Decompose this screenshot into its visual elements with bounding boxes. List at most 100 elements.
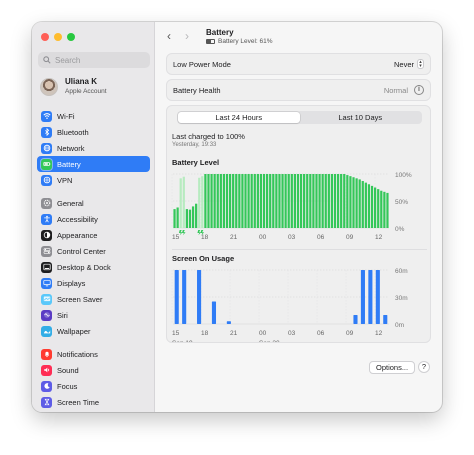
battery-level-bar bbox=[349, 176, 352, 228]
charging-bolt-icon bbox=[178, 230, 183, 236]
forward-button[interactable]: › bbox=[185, 30, 189, 42]
battery-level-bar bbox=[232, 174, 235, 228]
sidebar-item-network[interactable]: Network bbox=[37, 140, 150, 156]
sidebar-item-displays[interactable]: Displays bbox=[37, 275, 150, 291]
battery-level-bar bbox=[176, 207, 179, 228]
x-tick-label: 18 bbox=[201, 330, 209, 337]
sidebar-item-label: Control Center bbox=[57, 246, 106, 256]
sidebar-item-screen-saver[interactable]: Screen Saver bbox=[37, 291, 150, 307]
screen-usage-bar bbox=[197, 270, 202, 324]
range-tabs: Last 24 Hours Last 10 Days bbox=[177, 111, 422, 124]
low-power-card: Low Power Mode Never ▴ ▾ bbox=[166, 53, 431, 75]
screen-usage-bar bbox=[353, 315, 358, 324]
battery-level-bar bbox=[327, 174, 330, 228]
speaker-icon bbox=[41, 364, 52, 376]
search-field[interactable] bbox=[38, 52, 150, 68]
screen-saver-icon bbox=[41, 293, 52, 305]
sidebar-item-focus[interactable]: Focus bbox=[37, 378, 150, 394]
battery-level-bar bbox=[321, 174, 324, 228]
date-label: Sep 19 bbox=[172, 340, 193, 342]
battery-level-bar bbox=[275, 174, 278, 228]
main-pane: ‹ › Battery Battery Level: 61% Low Power… bbox=[156, 22, 442, 412]
search-input[interactable] bbox=[55, 55, 145, 65]
x-tick-label: 21 bbox=[230, 330, 238, 337]
battery-level-bar bbox=[290, 174, 293, 228]
help-button[interactable]: ? bbox=[418, 361, 430, 373]
battery-level-bar bbox=[315, 174, 318, 228]
sidebar-item-label: Network bbox=[57, 143, 85, 153]
sidebar-item-siri[interactable]: Siri bbox=[37, 307, 150, 323]
vpn-globe-icon bbox=[41, 174, 52, 186]
battery-level-bar bbox=[216, 174, 219, 228]
battery-level-bar bbox=[330, 174, 334, 228]
last-charged-label: Last charged to 100% bbox=[172, 132, 245, 141]
battery-level-bar bbox=[324, 174, 327, 228]
battery-health-label: Battery Health bbox=[173, 85, 221, 95]
accessibility-icon bbox=[41, 213, 52, 225]
sidebar-item-vpn[interactable]: VPN bbox=[37, 172, 150, 188]
account-name: Uliana K bbox=[65, 77, 98, 86]
battery-level-bar bbox=[219, 174, 222, 228]
sidebar-item-label: Screen Time bbox=[57, 397, 100, 407]
minimize-window-button[interactable] bbox=[54, 33, 62, 41]
battery-level-bar bbox=[191, 206, 195, 228]
screen-on-chart: 60m 30m 0m 15 18 21 00 03 06 09 12 Sep 19 Sep 20 bbox=[171, 268, 408, 342]
close-window-button[interactable] bbox=[41, 33, 49, 41]
battery-level-bar bbox=[173, 209, 176, 228]
x-tick-label: 15 bbox=[172, 330, 180, 337]
x-tick-label: 21 bbox=[230, 234, 238, 241]
zoom-window-button[interactable] bbox=[67, 33, 75, 41]
tab-last-10-days[interactable]: Last 10 Days bbox=[300, 112, 422, 123]
sidebar-item-screen-time[interactable]: Screen Time bbox=[37, 394, 150, 410]
account-row[interactable]: Uliana K Apple Account bbox=[40, 77, 107, 96]
x-tick-label: 09 bbox=[346, 330, 354, 337]
avatar bbox=[40, 77, 58, 96]
sidebar-item-wifi[interactable]: Wi-Fi bbox=[37, 108, 150, 124]
battery-level-bar bbox=[244, 174, 247, 228]
sidebar-item-notifications[interactable]: Notifications bbox=[37, 346, 150, 362]
sidebar-item-wallpaper[interactable]: Wallpaper bbox=[37, 323, 150, 339]
screen-usage-bar bbox=[211, 301, 217, 324]
last-charged-time: Yesterday, 19:33 bbox=[172, 142, 217, 148]
page-title: Battery bbox=[206, 28, 234, 37]
battery-level-bar bbox=[259, 174, 263, 228]
battery-level-bar bbox=[256, 174, 259, 228]
sidebar-item-appearance[interactable]: Appearance bbox=[37, 227, 150, 243]
sidebar-item-bluetooth[interactable]: Bluetooth bbox=[37, 124, 150, 140]
x-tick-label: 03 bbox=[288, 330, 296, 337]
control-center-icon bbox=[41, 245, 52, 257]
battery-level-bar bbox=[343, 174, 346, 228]
sidebar-item-label: Appearance bbox=[57, 230, 98, 240]
battery-level-bar bbox=[188, 209, 192, 228]
screen-usage-bar bbox=[383, 315, 388, 324]
y-tick-label: 60m bbox=[395, 268, 408, 275]
battery-level-bar bbox=[278, 174, 281, 228]
battery-level-bar bbox=[367, 184, 371, 228]
battery-health-card: Battery Health Normal i bbox=[166, 79, 431, 101]
sidebar-item-label: Displays bbox=[57, 278, 86, 288]
low-power-label: Low Power Mode bbox=[173, 59, 231, 69]
screen-on-title: Screen On Usage bbox=[172, 254, 235, 263]
sidebar-item-label: VPN bbox=[57, 175, 73, 185]
sidebar-item-desktop-dock[interactable]: Desktop & Dock bbox=[37, 259, 150, 275]
sidebar-item-control-center[interactable]: Control Center bbox=[37, 243, 150, 259]
screen-usage-bar bbox=[360, 270, 365, 324]
screen-usage-bar bbox=[375, 270, 380, 324]
y-tick-label: 0% bbox=[395, 226, 405, 233]
battery-level-subtitle: Battery Level: 61% bbox=[206, 38, 273, 45]
sidebar-item-battery[interactable]: Battery bbox=[37, 156, 150, 172]
tab-last-24-hours[interactable]: Last 24 Hours bbox=[178, 112, 300, 123]
sidebar-item-sound[interactable]: Sound bbox=[37, 362, 150, 378]
back-button[interactable]: ‹ bbox=[167, 30, 171, 42]
sidebar-item-accessibility[interactable]: Accessibility bbox=[37, 211, 150, 227]
info-icon[interactable]: i bbox=[414, 85, 424, 95]
bluetooth-icon bbox=[41, 126, 52, 138]
battery-level-bar bbox=[284, 174, 287, 228]
sidebar-item-general[interactable]: General bbox=[37, 195, 150, 211]
battery-level-bar bbox=[296, 174, 300, 228]
low-power-value: Never bbox=[393, 59, 414, 69]
battery-level-bar bbox=[293, 174, 296, 228]
options-button[interactable]: Options... bbox=[369, 361, 416, 374]
gear-icon bbox=[41, 197, 52, 209]
low-power-select[interactable]: Never ▴ ▾ bbox=[394, 59, 424, 69]
